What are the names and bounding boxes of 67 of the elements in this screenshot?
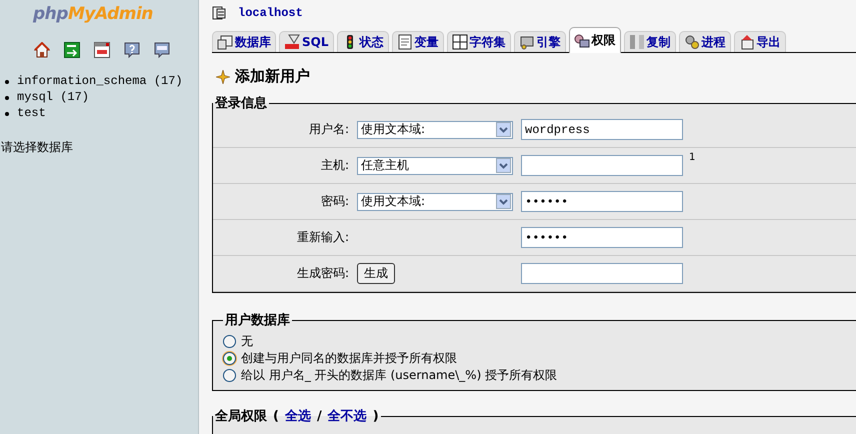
paren-text: ( — [273, 409, 279, 424]
database-link[interactable]: mysql (17) — [17, 90, 90, 105]
tab[interactable]: 字符集 — [446, 31, 510, 52]
tab-icon — [284, 34, 300, 50]
field-label: 主机: — [320, 157, 350, 174]
tab[interactable]: 导出 — [734, 31, 786, 52]
option-label: 创建与用户同名的数据库并授予所有权限 — [241, 350, 457, 367]
tab-icon — [396, 34, 412, 50]
page-title: 添加新用户 — [235, 67, 310, 86]
caret-icon — [496, 194, 511, 209]
tab[interactable]: 数据库 — [212, 31, 276, 52]
tab-icon — [518, 34, 534, 50]
help-icon[interactable] — [124, 42, 140, 58]
database-link[interactable]: test — [17, 106, 46, 121]
tab-icon — [628, 34, 644, 50]
radio-button[interactable] — [223, 352, 236, 365]
field-label: 用户名: — [308, 121, 350, 138]
exit-icon[interactable] — [64, 42, 80, 58]
select-all-link[interactable]: 全选 — [284, 407, 311, 425]
tab-icon — [217, 34, 233, 50]
tab[interactable]: 权限 — [568, 27, 620, 53]
hint-text: 请选择数据库 — [1, 139, 74, 156]
separator-text: / — [316, 409, 322, 424]
paren-text: ) — [372, 409, 379, 424]
radio-button[interactable] — [223, 369, 236, 382]
footnote-mark: 1 — [689, 152, 696, 163]
bullet-icon — [5, 96, 9, 100]
radio-button[interactable] — [223, 335, 236, 348]
tab[interactable]: 变量 — [392, 31, 444, 52]
field-label: 密码: — [320, 193, 350, 210]
tab[interactable]: SQL — [279, 31, 334, 52]
bullet-icon — [5, 80, 9, 84]
tab[interactable]: 进程 — [678, 31, 730, 52]
tab-icon — [574, 32, 590, 48]
option-label: 给以 用户名_ 开头的数据库 (username\_%) 授予所有权限 — [241, 367, 558, 384]
sparkle-icon — [216, 70, 230, 84]
home-icon[interactable] — [34, 42, 50, 58]
field-label: 生成密码: — [296, 265, 350, 282]
bullet-icon — [5, 112, 9, 116]
panel-legend: 全局权限 — [215, 407, 267, 425]
server-link[interactable]: localhost — [238, 6, 303, 20]
input-field[interactable] — [521, 263, 683, 284]
deselect-all-link[interactable]: 全不选 — [328, 407, 367, 425]
input-field[interactable]: •••••• — [521, 227, 683, 248]
select-field[interactable]: 使用文本域: — [357, 120, 513, 138]
tab-icon — [684, 34, 700, 50]
tab[interactable]: 状态 — [336, 31, 388, 52]
panel-legend: 登录信息 — [213, 94, 269, 112]
tab-icon — [452, 34, 468, 50]
caret-icon — [496, 122, 511, 137]
field-label: 重新输入: — [296, 229, 350, 246]
sql-window-icon[interactable] — [94, 42, 110, 58]
option-label: 无 — [241, 333, 253, 350]
sql-query-icon[interactable] — [154, 42, 170, 58]
select-field[interactable]: 使用文本域: — [357, 192, 513, 210]
select-field[interactable]: 任意主机 — [357, 156, 513, 174]
input-field[interactable] — [521, 155, 683, 176]
tab-icon — [738, 34, 754, 50]
input-field[interactable]: wordpress — [521, 119, 683, 140]
panel-legend: 用户数据库 — [223, 311, 292, 329]
database-link[interactable]: information_schema (17) — [17, 74, 183, 89]
caret-icon — [496, 158, 511, 173]
tab[interactable]: 引擎 — [514, 31, 566, 52]
tab[interactable]: 复制 — [624, 31, 676, 52]
input-field[interactable]: •••••• — [521, 191, 683, 212]
server-icon — [212, 6, 226, 20]
generate-button[interactable]: 生成 — [357, 263, 395, 284]
